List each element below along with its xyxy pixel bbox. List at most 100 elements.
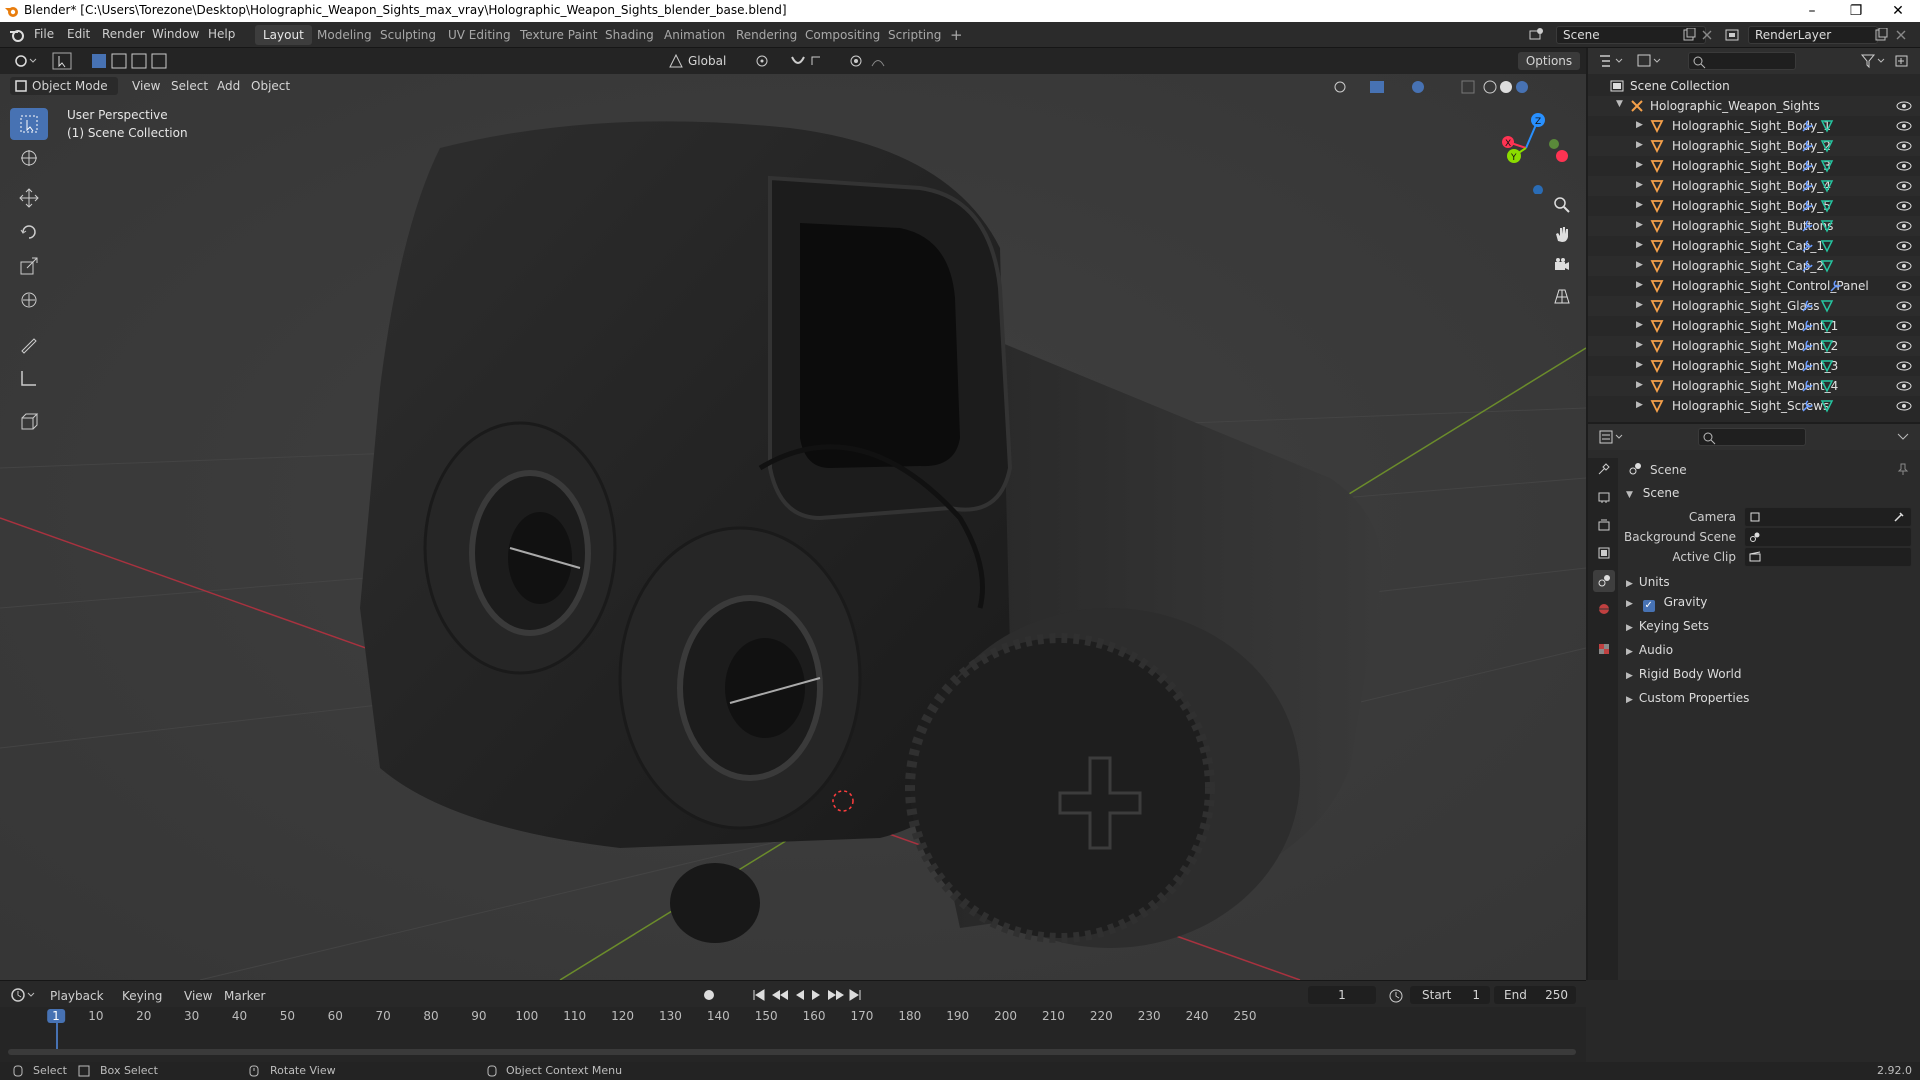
vp-menu-view[interactable]: View [132,79,160,93]
tool-scale[interactable] [10,250,48,282]
outliner-item[interactable]: ▶ Holographic_Sight_Body_3 [1588,156,1920,176]
camera-field[interactable] [1744,507,1912,527]
panel-rigid-body-world[interactable]: ▶ Rigid Body World [1626,667,1741,681]
outliner-item[interactable]: ▶ Holographic_Sight_Body_5 [1588,196,1920,216]
outliner-item[interactable]: ▶ Holographic_Sight_Body_4 [1588,176,1920,196]
tl-menu-playback[interactable]: Playback [50,989,104,1003]
timeline-scrollbar[interactable] [8,1049,1576,1055]
vp-menu-add[interactable]: Add [217,79,240,93]
outliner-item[interactable]: ▶ Holographic_Sight_Cap_1 [1588,236,1920,256]
current-frame-field[interactable]: 1 [1308,986,1376,1004]
prev-keyframe-icon[interactable] [772,990,788,1000]
play-icon[interactable] [812,990,820,1000]
collapse-arrow-icon[interactable]: ▼ [1616,99,1623,109]
expand-arrow-icon[interactable]: ▶ [1636,180,1643,190]
mesh-data-icon[interactable] [1820,239,1834,253]
tool-add-cube[interactable] [10,406,48,438]
visibility-eye-icon[interactable] [1896,199,1912,213]
snap-icon[interactable] [790,53,830,69]
tab-layout[interactable]: Layout [255,25,312,45]
tool-transform[interactable] [10,284,48,316]
expand-arrow-icon[interactable]: ▶ [1636,380,1643,390]
camera-view-button[interactable] [1548,251,1576,279]
mesh-data-icon[interactable] [1820,359,1834,373]
mesh-data-icon[interactable] [1820,399,1834,413]
visibility-eye-icon[interactable] [1896,259,1912,273]
modifier-wrench-icon[interactable] [1800,179,1814,193]
modifier-wrench-icon[interactable] [1800,319,1814,333]
tl-menu-keying[interactable]: Keying [122,989,162,1003]
tab-modeling[interactable]: Modeling [309,25,380,45]
options-dropdown[interactable]: Options [1518,52,1580,70]
panel-custom-properties[interactable]: ▶ Custom Properties [1626,691,1749,705]
expand-arrow-icon[interactable]: ▶ [1636,360,1643,370]
modifier-wrench-icon[interactable] [1800,199,1814,213]
outliner-item[interactable]: ▶ Holographic_Sight_Screws [1588,396,1920,416]
delete-renderlayer-icon[interactable] [1894,28,1908,42]
minimize-button[interactable]: – [1790,0,1834,22]
play-reverse-icon[interactable] [796,990,804,1000]
mesh-data-icon[interactable] [1820,139,1834,153]
tab-scripting[interactable]: Scripting [880,25,949,45]
new-renderlayer-icon[interactable] [1874,28,1888,42]
menu-render[interactable]: Render [102,27,145,41]
mesh-data-icon[interactable] [1820,259,1834,273]
modifier-wrench-icon[interactable] [1800,139,1814,153]
outliner-item[interactable]: ▶ Holographic_Sight_Body_2 [1588,136,1920,156]
visibility-eye-icon[interactable] [1896,379,1912,393]
outliner-item[interactable]: ▶ Holographic_Sight_Body_1 [1588,116,1920,136]
expand-arrow-icon[interactable]: ▶ [1636,320,1643,330]
mesh-data-icon[interactable] [1820,379,1834,393]
modifier-wrench-icon[interactable] [1800,359,1814,373]
start-frame-field[interactable]: Start 1 [1410,986,1490,1004]
panel-audio[interactable]: ▶ Audio [1626,643,1673,657]
zoom-view-button[interactable] [1548,191,1576,219]
tab-shading[interactable]: Shading [597,25,662,45]
expand-arrow-icon[interactable]: ▶ [1636,400,1643,410]
tool-rotate[interactable] [10,216,48,248]
tab-texture-paint[interactable]: Texture Paint [512,25,605,45]
modifier-wrench-icon[interactable] [1800,119,1814,133]
blender-menu-icon[interactable] [9,27,25,43]
panel-gravity[interactable]: ▶ ✓ Gravity [1626,595,1707,612]
tool-cursor[interactable] [10,142,48,174]
outliner-row-collection[interactable]: ▼ Holographic_Weapon_Sights [1588,96,1920,116]
maximize-button[interactable]: ❐ [1834,0,1878,22]
next-keyframe-icon[interactable] [828,990,844,1000]
tool-measure[interactable] [10,362,48,394]
gravity-checkbox[interactable]: ✓ [1642,600,1655,612]
tl-menu-marker[interactable]: Marker [224,989,265,1003]
visibility-eye-icon[interactable] [1896,159,1912,173]
pin-icon[interactable] [1896,462,1910,476]
jump-end-icon[interactable] [849,989,861,1001]
outliner-item[interactable]: ▶ Holographic_Sight_Mount_3 [1588,356,1920,376]
3d-viewport[interactable]: Global Options Object Mode View Select A… [0,48,1586,980]
visibility-eye-icon[interactable] [1896,239,1912,253]
active-clip-field[interactable] [1744,547,1912,567]
expand-arrow-icon[interactable]: ▶ [1636,200,1643,210]
mesh-data-icon[interactable] [1820,199,1834,213]
panel-units[interactable]: ▶ Units [1626,575,1670,589]
modifier-wrench-icon[interactable] [1800,259,1814,273]
tab-tool[interactable] [1593,458,1615,480]
expand-arrow-icon[interactable]: ▶ [1636,280,1643,290]
eyedropper-icon[interactable] [1893,511,1905,523]
properties-editor-icon[interactable] [1598,429,1626,445]
renderlayer-selector[interactable]: RenderLayer [1748,26,1878,44]
mesh-data-icon[interactable] [1820,339,1834,353]
tab-uv-editing[interactable]: UV Editing [440,25,519,45]
outliner-row-scene-collection[interactable]: Scene Collection [1588,76,1920,96]
expand-arrow-icon[interactable]: ▶ [1636,160,1643,170]
visibility-eye-icon[interactable] [1896,359,1912,373]
visibility-eye-icon[interactable] [1896,399,1912,413]
close-button[interactable]: ✕ [1876,0,1920,22]
tool-select-box[interactable] [10,108,48,140]
visibility-eye-icon[interactable] [1896,319,1912,333]
new-scene-icon[interactable] [1682,28,1696,42]
pivot-point-icon[interactable] [754,53,784,69]
chevron-down-icon[interactable] [1896,430,1910,444]
perspective-toggle-button[interactable] [1548,282,1576,310]
menu-file[interactable]: File [34,27,54,41]
timeline-editor-icon[interactable] [10,987,38,1003]
mesh-data-icon[interactable] [1820,179,1834,193]
